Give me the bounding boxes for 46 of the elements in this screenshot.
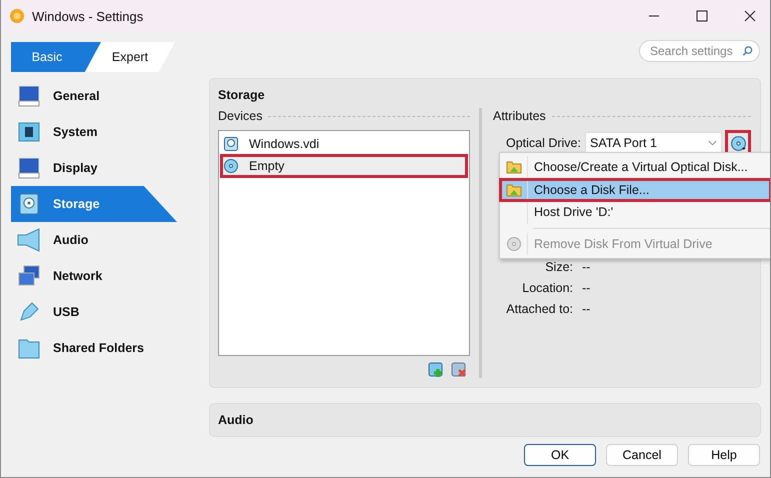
folder-icon [506,182,522,198]
field-label: Optical Drive: [504,136,581,150]
dialog-button[interactable]: Help [688,444,760,466]
field-label: Size: [544,260,573,275]
mode-tab[interactable]: Basic [11,42,101,72]
sidebar-item[interactable]: Shared Folders [11,330,177,366]
search-icon [742,45,753,57]
disc-icon [506,236,522,252]
dialog-button[interactable]: OK [524,444,596,466]
panel-title: Storage [218,88,266,102]
mode-tab[interactable]: Expert [85,42,175,72]
monitor-icon [17,156,41,180]
sidebar-item[interactable]: General [11,78,177,114]
device-item[interactable]: Windows.vdi [221,133,468,155]
sidebar-item[interactable]: USB [11,294,177,330]
field-label: Attached to: [505,302,573,317]
disc-icon [223,158,239,174]
speaker-icon [17,228,41,252]
folder-icon [506,159,522,176]
search-field[interactable]: Search settings [639,40,760,62]
sidebar-item[interactable]: System [11,114,177,150]
add-attachment-icon[interactable] [428,362,444,378]
dialog-button[interactable]: Cancel [606,444,678,466]
field-value: -- [582,281,590,296]
maximize-icon[interactable] [696,10,708,22]
menu-item[interactable]: Host Drive 'D:' [500,201,770,224]
network-icon [17,264,41,288]
sidebar-item[interactable]: Network [11,258,177,294]
field-value: -- [582,260,590,275]
chevron-icon [708,140,717,146]
monitor-icon [17,84,41,108]
group-label: Attributes [493,109,546,123]
window-title: Windows - Settings [32,8,144,24]
remove-attachment-icon[interactable] [451,362,468,378]
device-item[interactable]: Empty [221,155,468,177]
field-value: -- [582,302,590,317]
app-icon [9,8,25,24]
panel-title: Audio [218,413,254,427]
sidebar-item[interactable]: Audio [11,222,177,258]
sidebar-item[interactable]: Display [11,150,177,186]
close-icon[interactable] [744,10,756,22]
group-label: Devices [218,109,262,123]
menu-item[interactable]: Choose a Disk File... [500,178,770,201]
sidebar-item[interactable]: Storage [11,186,177,222]
optical-drive-dropdown[interactable]: SATA Port 1 [585,132,722,154]
field-label: Location: [521,281,573,296]
